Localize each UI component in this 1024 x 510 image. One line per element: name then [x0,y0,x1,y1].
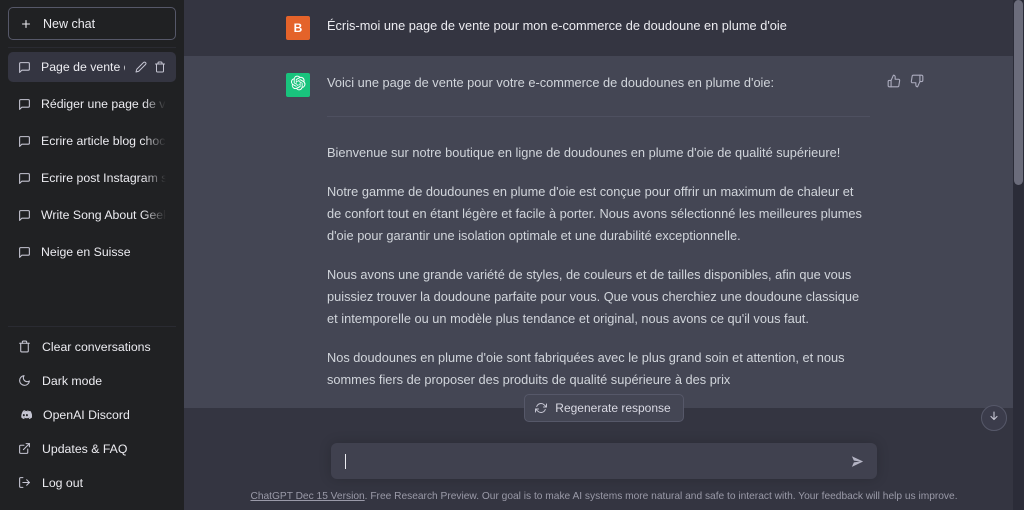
openai-logo-icon [290,75,306,96]
external-link-icon [18,442,31,455]
log-out-button[interactable]: Log out [8,468,176,497]
composer-area: ChatGPT Dec 15 Version. Free Research Pr… [184,443,1024,510]
avatar [286,73,310,97]
message-icon [18,135,31,148]
message-icon [18,209,31,222]
arrow-down-icon [988,409,1000,427]
sidebar-item-post-instagram[interactable]: Ecrire post Instagram sur les [8,163,176,193]
conversation-title: Ecrire article blog chocolat su [41,134,166,148]
text-caret [345,453,346,469]
pencil-icon[interactable] [135,61,147,73]
message-icon [18,61,31,74]
assistant-paragraph: Notre gamme de doudounes en plume d'oie … [327,184,862,243]
sidebar-footer-label: Updates & FAQ [42,441,128,456]
sidebar-footer-label: Clear conversations [42,339,151,354]
composer[interactable] [331,443,877,480]
clear-conversations-button[interactable]: Clear conversations [8,332,176,361]
conversation-title: Neige en Suisse [41,245,131,259]
assistant-intro: Voici une page de vente pour votre e-com… [327,75,775,90]
sidebar-item-page-de-vente-doudou[interactable]: Page de vente doudou [8,52,176,82]
trash-icon[interactable] [154,61,166,73]
regenerate-response-label: Regenerate response [555,401,671,415]
message-thread[interactable]: B Écris-moi une page de vente pour mon e… [184,0,1024,510]
thumbs-down-icon[interactable] [910,74,924,88]
thumbs-up-icon[interactable] [887,74,901,88]
sidebar-footer-label: OpenAI Discord [43,407,130,422]
trash-icon [18,340,31,353]
message-icon [18,246,31,259]
conversation-list: Page de vente doudou Rédiger une page de… [8,47,176,326]
avatar-initial: B [293,21,303,35]
sidebar-footer-label: Dark mode [42,373,103,388]
logout-icon [18,476,31,489]
scroll-to-bottom-button[interactable] [981,405,1007,431]
feedback-controls [887,74,924,391]
message-row-assistant: Voici une page de vente pour votre e-com… [184,56,1024,408]
page-scrollbar[interactable] [1013,0,1024,510]
sidebar-footer: Clear conversations Dark mode OpenAI Dis… [8,326,176,510]
footer-disclaimer: ChatGPT Dec 15 Version. Free Research Pr… [184,490,1024,504]
sidebar-item-write-song-geekworker[interactable]: Write Song About Geekworke [8,200,176,230]
message-icon [18,172,31,185]
conversation-title: Rédiger une page de vente p [41,97,166,111]
regenerate-response-button[interactable]: Regenerate response [524,394,684,422]
assistant-paragraph: Bienvenue sur notre boutique en ligne de… [327,145,841,160]
send-button[interactable] [842,454,865,469]
message-row-user: B Écris-moi une page de vente pour mon e… [184,0,1024,56]
chatgpt-app: New chat Page de vente doudou [0,0,1024,510]
sidebar-item-neige-en-suisse[interactable]: Neige en Suisse [8,237,176,267]
regenerate-response-container: Regenerate response [184,394,1024,422]
conversation-title: Page de vente doudou [41,60,125,74]
main-chat-area: B Écris-moi une page de vente pour mon e… [184,0,1024,510]
discord-icon [18,408,32,422]
assistant-paragraph: Nos doudounes en plume d'oie sont fabriq… [327,350,845,387]
conversation-title: Ecrire post Instagram sur les [41,171,166,185]
version-link[interactable]: ChatGPT Dec 15 Version [250,491,364,502]
openai-discord-button[interactable]: OpenAI Discord [8,400,176,429]
new-chat-label: New chat [43,16,96,31]
chat-input[interactable] [345,443,842,479]
sidebar-item-rediger-page-de-vente[interactable]: Rédiger une page de vente p [8,89,176,119]
dark-mode-button[interactable]: Dark mode [8,366,176,395]
updates-and-faq-button[interactable]: Updates & FAQ [8,434,176,463]
assistant-paragraph: Nous avons une grande variété de styles,… [327,267,860,326]
plus-icon [20,18,32,30]
new-chat-button[interactable]: New chat [8,7,176,40]
message-icon [18,98,31,111]
moon-icon [18,374,31,387]
content-divider [327,116,870,117]
sidebar-footer-label: Log out [42,475,84,490]
disclaimer-text: . Free Research Preview. Our goal is to … [364,491,958,503]
avatar: B [286,16,310,40]
sidebar-item-article-blog-chocolat[interactable]: Ecrire article blog chocolat su [8,126,176,156]
scrollbar-thumb[interactable] [1014,0,1023,185]
refresh-icon [535,402,548,414]
conversation-title: Write Song About Geekworke [41,208,166,222]
sidebar: New chat Page de vente doudou [0,0,184,510]
assistant-message-content: Voici une page de vente pour votre e-com… [327,72,870,391]
conversation-actions [135,61,166,73]
user-message-text: Écris-moi une page de vente pour mon e-c… [327,18,787,33]
